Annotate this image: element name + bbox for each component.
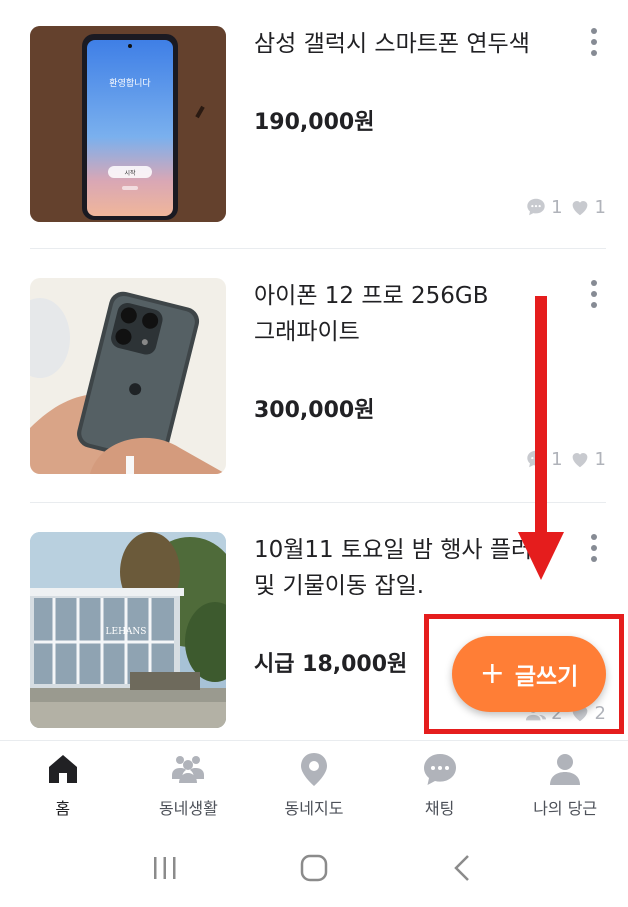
- divider: [30, 248, 606, 249]
- tab-my-profile-label: 나의 당근: [533, 799, 598, 818]
- screen-start-text: 시작: [124, 170, 136, 177]
- more-options-button[interactable]: [582, 24, 606, 60]
- chat-count: 1: [551, 448, 563, 470]
- galaxy-phone-photo: 환영합니다 시작: [30, 26, 226, 222]
- recent-apps-button[interactable]: [145, 848, 185, 888]
- tab-map[interactable]: 동네지도: [251, 741, 377, 828]
- system-navigation-bar: [0, 828, 628, 907]
- community-icon: [172, 756, 205, 783]
- write-post-button[interactable]: + 글쓰기: [452, 636, 606, 712]
- like-count: 1: [594, 448, 606, 470]
- listing-stats: 1 1: [525, 448, 606, 470]
- listing-feed[interactable]: 환영합니다 시작 삼성 갤럭시 스마트폰 연두색 190,000원 1 1 아이…: [0, 0, 628, 740]
- chat-bubble-icon: [527, 198, 545, 216]
- chat-bubble-icon: [527, 450, 545, 468]
- like-count: 2: [594, 702, 606, 724]
- listing-title[interactable]: 삼성 갤럭시 스마트폰 연두색: [254, 26, 554, 62]
- listing-price: 시급 18,000원: [254, 652, 408, 677]
- iphone-photo: [30, 278, 226, 474]
- listing-price: 300,000원: [254, 398, 375, 423]
- listing-title[interactable]: 아이폰 12 프로 256GB 그래파이트: [254, 278, 554, 350]
- sign-text: LEHANS: [106, 627, 147, 637]
- recent-apps-icon: [153, 856, 176, 879]
- tab-community[interactable]: 동네생활: [126, 741, 252, 828]
- listing-item-galaxy[interactable]: 환영합니다 시작 삼성 갤럭시 스마트폰 연두색 190,000원 1 1: [30, 20, 606, 248]
- venue-photo: LEHANS: [30, 532, 226, 728]
- more-options-button[interactable]: [582, 530, 606, 566]
- person-icon: [550, 754, 581, 785]
- tab-map-label: 동네지도: [284, 799, 344, 818]
- listing-stats: 1 1: [525, 196, 606, 218]
- home-icon: [48, 755, 77, 783]
- back-chevron-icon: [454, 854, 470, 881]
- listing-thumbnail[interactable]: LEHANS: [30, 532, 226, 728]
- write-post-label: 글쓰기: [514, 664, 579, 690]
- screen-welcome-text: 환영합니다: [109, 77, 151, 89]
- heart-icon: [572, 201, 587, 216]
- back-button[interactable]: [443, 848, 483, 888]
- chat-count: 1: [551, 196, 563, 218]
- tab-home[interactable]: 홈: [0, 741, 126, 828]
- bottom-tab-bar: 홈 동네생활 동네지도 채팅 나의 당근: [0, 740, 628, 828]
- home-system-button[interactable]: [294, 848, 334, 888]
- tab-chat[interactable]: 채팅: [377, 741, 503, 828]
- listing-title[interactable]: 10월11 토요일 밤 행사 플러 및 기물이동 잡일.: [254, 532, 554, 604]
- tab-my-profile[interactable]: 나의 당근: [502, 741, 628, 828]
- tab-home-label: 홈: [55, 799, 71, 818]
- home-square-icon: [300, 854, 328, 881]
- tab-chat-label: 채팅: [424, 799, 455, 818]
- chat-icon: [423, 754, 456, 785]
- heart-icon: [572, 453, 587, 468]
- map-pin-icon: [300, 753, 327, 786]
- listing-thumbnail[interactable]: [30, 278, 226, 474]
- listing-thumbnail[interactable]: 환영합니다 시작: [30, 26, 226, 222]
- like-count: 1: [594, 196, 606, 218]
- listing-price: 190,000원: [254, 110, 375, 135]
- listing-item-iphone[interactable]: 아이폰 12 프로 256GB 그래파이트 300,000원 1 1: [30, 272, 606, 500]
- plus-icon: +: [479, 656, 505, 691]
- tab-community-label: 동네생활: [158, 799, 218, 818]
- more-options-button[interactable]: [582, 276, 606, 312]
- divider: [30, 502, 606, 503]
